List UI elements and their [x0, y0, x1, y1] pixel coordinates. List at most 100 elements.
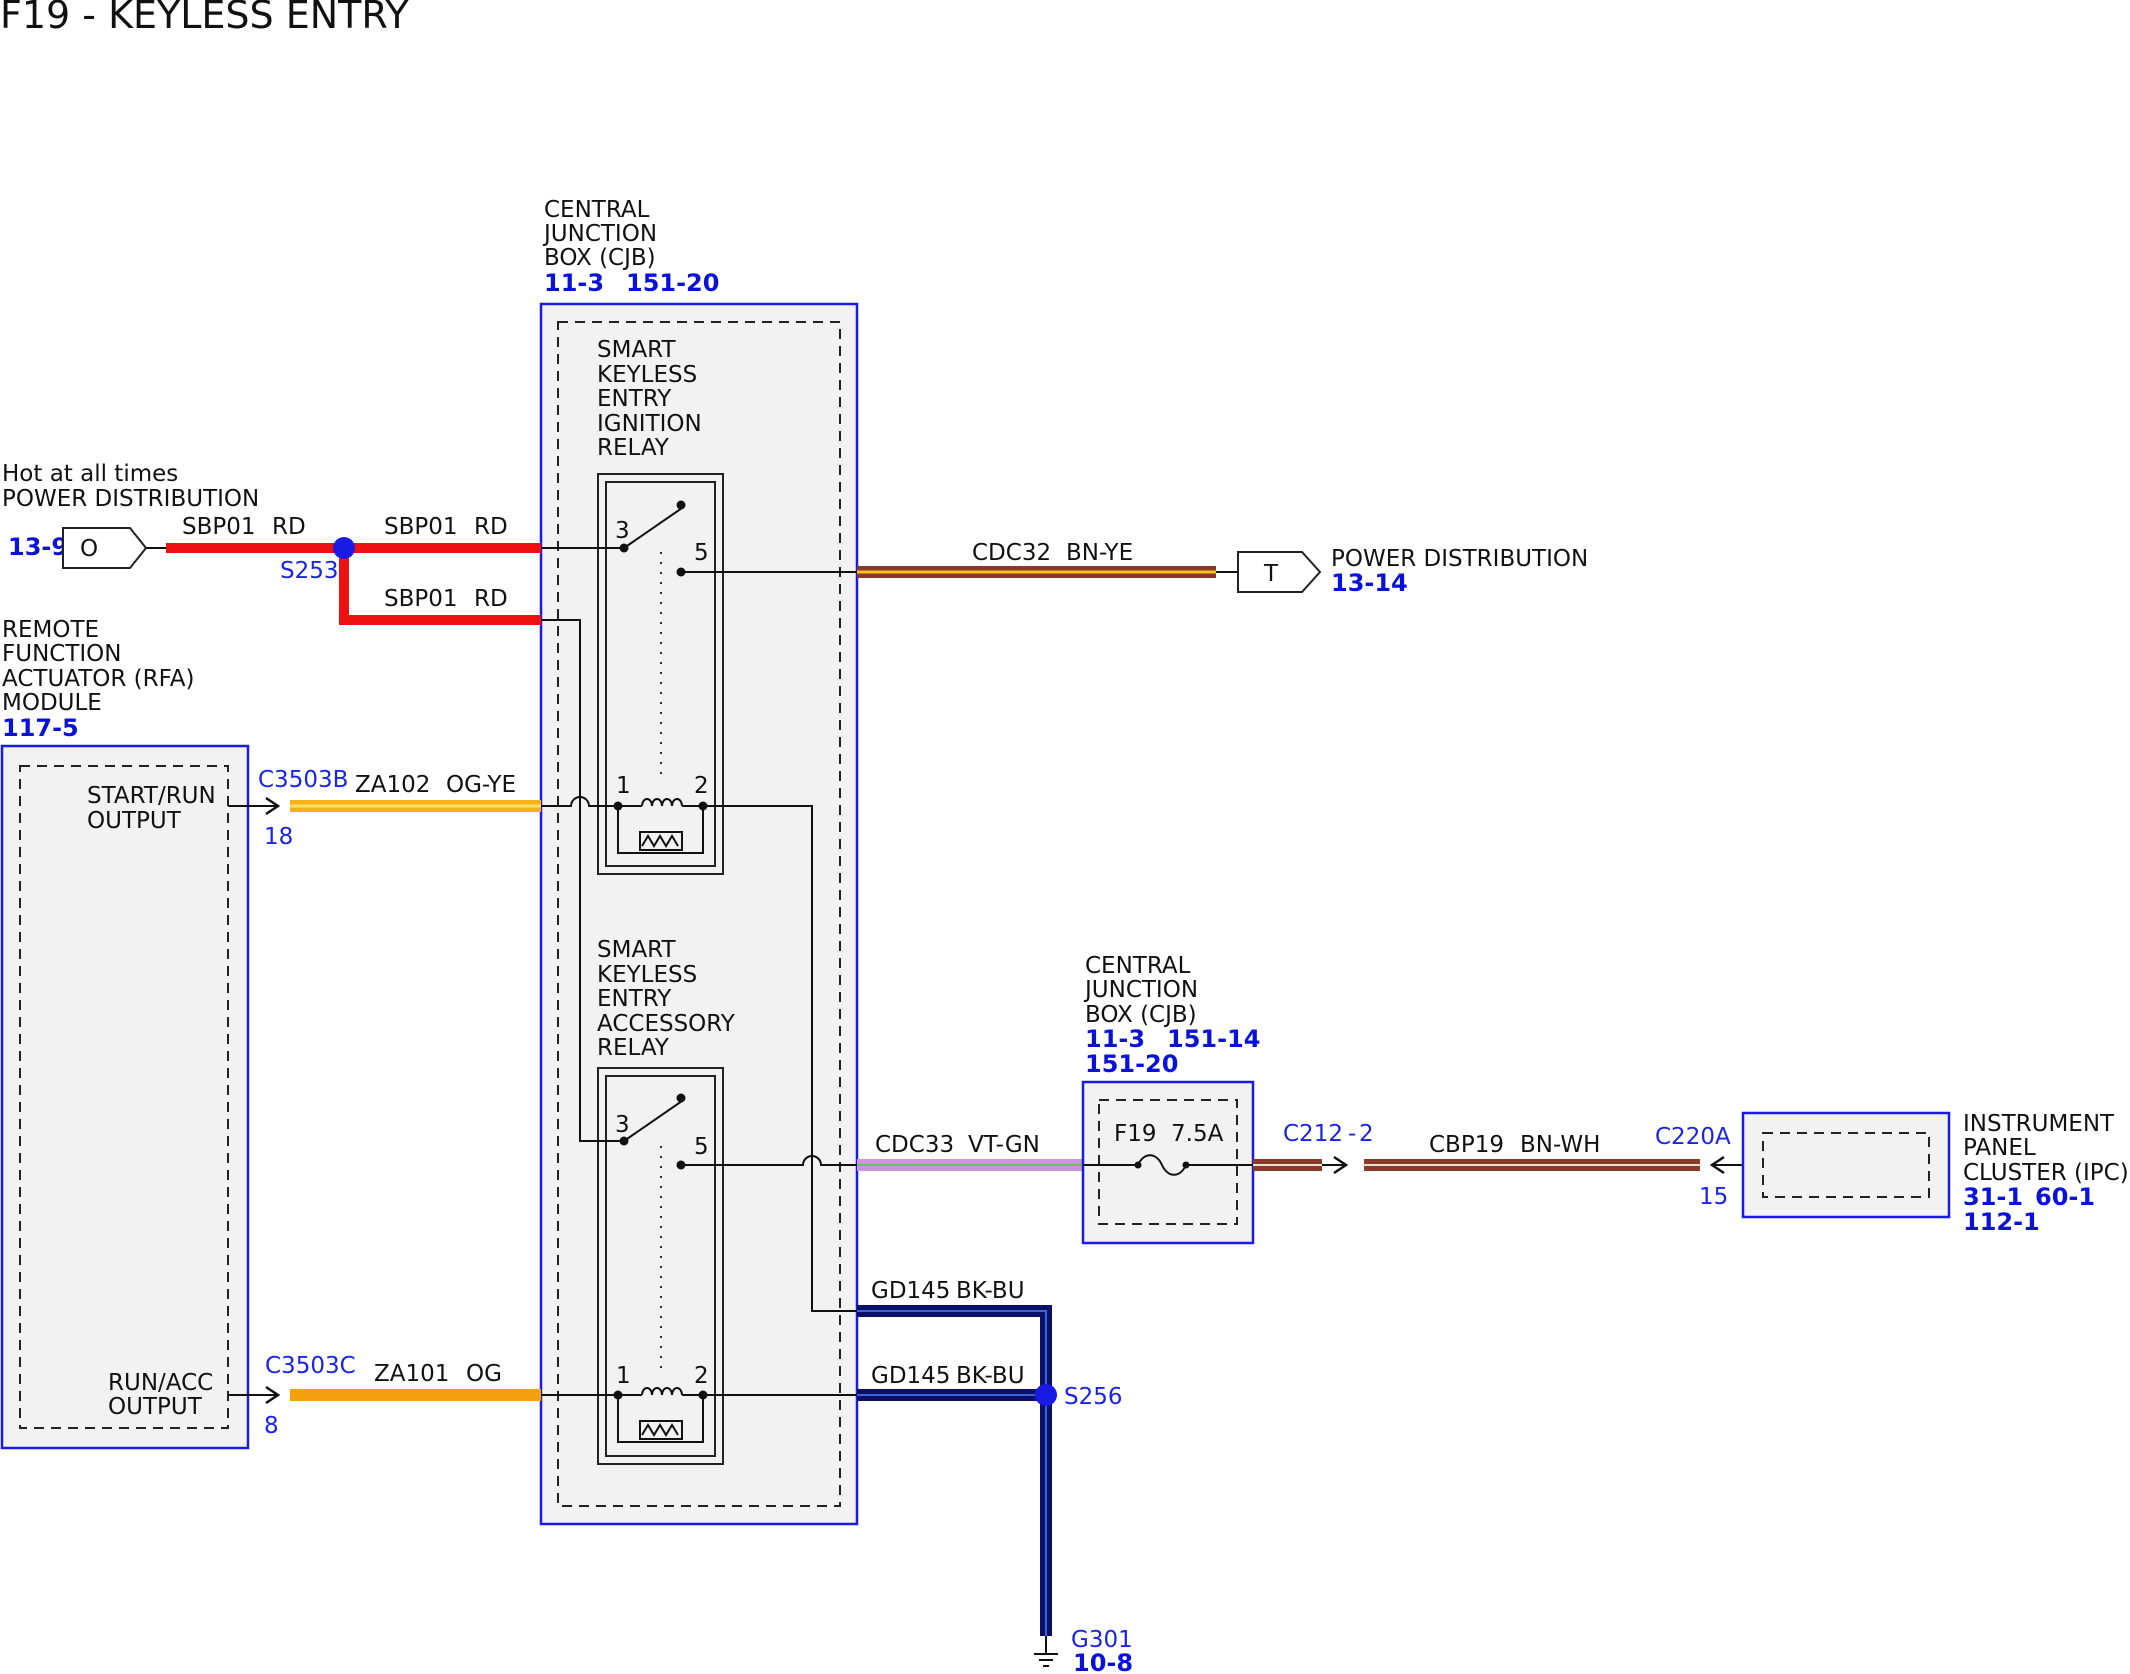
acc-relay-name-2: KEYLESS: [597, 962, 697, 988]
cjb-main-name-3: BOX (CJB): [544, 245, 656, 271]
ign-relay-arm-tip: [676, 500, 686, 510]
acc-relay-name-5: RELAY: [597, 1035, 670, 1061]
fuse-terminal-1: [1134, 1161, 1142, 1169]
diagram-title: F19 - KEYLESS ENTRY: [0, 0, 409, 37]
rfa-name-2: FUNCTION: [2, 641, 121, 667]
rfa-output1-line1: START/RUN: [87, 783, 216, 809]
sbp01-wires: SBP01 RD SBP01 RD SBP01 RD S253: [166, 514, 541, 625]
cjb-fuse-name-2: JUNCTION: [1083, 977, 1198, 1003]
power-dist-out-ref: 13-14: [1331, 569, 1408, 597]
ipc-ref-1: 31-1: [1963, 1183, 2023, 1211]
ipc-ref-3: 112-1: [1963, 1208, 2040, 1236]
za102-circuit: C3503B 18 ZA102 OG-YE: [228, 767, 541, 850]
cdc33-circuit-label: CDC33: [875, 1132, 954, 1158]
wiring-diagram: F19 - KEYLESS ENTRY CENTRAL JUNCTION BOX…: [0, 0, 2129, 1674]
sbp01-b-circuit: SBP01: [384, 514, 458, 540]
sbp01-c-color: RD: [474, 586, 508, 612]
ign-relay-name-2: KEYLESS: [597, 362, 697, 388]
rfa-output2-line2: OUTPUT: [108, 1394, 203, 1420]
ign-relay-name-3: ENTRY: [597, 386, 672, 412]
acc-relay-pin-5: 5: [694, 1134, 709, 1160]
za101-color-label: OG: [466, 1361, 502, 1387]
cjb-main-name-1: CENTRAL: [544, 197, 650, 223]
c212-dash: -: [1348, 1121, 1356, 1147]
fuse-name: F19: [1114, 1121, 1157, 1147]
rfa-module: REMOTE FUNCTION ACTUATOR (RFA) MODULE 11…: [0, 617, 250, 1450]
c212-pin: 2: [1359, 1121, 1374, 1147]
power-source-hot-label: Hot at all times: [2, 461, 178, 487]
c3503b-pin: 18: [264, 824, 293, 850]
ign-relay-name-1: SMART: [597, 337, 676, 363]
power-dist-out-connector: [1237, 551, 1322, 593]
ign-relay-pin-2: 2: [694, 773, 709, 799]
cjb-main-name-2: JUNCTION: [542, 221, 657, 247]
fuse-rating: 7.5A: [1171, 1121, 1224, 1147]
cdc32-output: CDC32 BN-YE T POWER DISTRIBUTION 13-14: [857, 540, 1588, 597]
rfa-name-4: MODULE: [2, 690, 102, 716]
sbp01-c-circuit: SBP01: [384, 586, 458, 612]
c3503c-pin: 8: [264, 1413, 279, 1439]
cjb-fuse-name-1: CENTRAL: [1085, 953, 1191, 979]
za101-circuit-label: ZA101: [374, 1361, 449, 1387]
cbp19-color-label: BN-WH: [1520, 1132, 1600, 1158]
ipc-name-2: PANEL: [1963, 1135, 2036, 1161]
rfa-name-3: ACTUATOR (RFA): [2, 666, 194, 692]
ign-relay-pin-5: 5: [694, 540, 709, 566]
ign-relay-name-4: IGNITION: [597, 411, 702, 437]
acc-relay-pin-3: 3: [615, 1112, 630, 1138]
za101-circuit: C3503C 8 ZA101 OG: [228, 1353, 541, 1439]
sbp01-b-color: RD: [474, 514, 508, 540]
cdc33-color-label: VT-GN: [968, 1132, 1040, 1158]
c220a-pin: 15: [1699, 1184, 1728, 1210]
ipc-ref-2: 60-1: [2035, 1183, 2095, 1211]
gd145-a-color: BK-BU: [956, 1278, 1025, 1304]
sbp01-a-circuit: SBP01: [182, 514, 256, 540]
acc-relay-arm-tip: [676, 1093, 686, 1103]
cbp19-circuit-label: CBP19: [1429, 1132, 1504, 1158]
ground-circuits: GD145 BK-BU GD145 BK-BU S256 G301 10-8: [857, 1278, 1133, 1674]
ign-relay-pin-3: 3: [615, 518, 630, 544]
gd145-b-circuit: GD145: [871, 1363, 950, 1389]
splice-s256: [1035, 1384, 1057, 1406]
cjb-main-ref-1: 11-3: [544, 269, 604, 297]
acc-relay-pin-1: 1: [616, 1363, 631, 1389]
rfa-output2-line1: RUN/ACC: [108, 1370, 213, 1396]
rfa-output1-line2: OUTPUT: [87, 808, 182, 834]
za102-circuit-label: ZA102: [355, 772, 430, 798]
c220a-label: C220A: [1655, 1124, 1731, 1150]
ipc-name-1: INSTRUMENT: [1963, 1111, 2115, 1137]
power-source-connector: [62, 527, 148, 569]
ground-ref: 10-8: [1073, 1649, 1133, 1674]
power-source-ref: 13-9: [8, 533, 68, 561]
cdc32-color: BN-YE: [1066, 540, 1133, 566]
acc-relay-pin-2: 2: [694, 1363, 709, 1389]
ipc-box: [1741, 1111, 1951, 1219]
c3503b-label: C3503B: [258, 767, 348, 793]
ipc-module: INSTRUMENT PANEL CLUSTER (IPC) 31-1 60-1…: [1741, 1111, 2129, 1236]
power-dist-out-pin: T: [1263, 561, 1279, 587]
splice-s253: [333, 537, 355, 559]
cjb-main-ref-2: 151-20: [626, 269, 719, 297]
rfa-name-1: REMOTE: [2, 617, 99, 643]
gd145-b-color: BK-BU: [956, 1363, 1025, 1389]
power-source-pin: O: [80, 536, 98, 562]
c3503c-label: C3503C: [265, 1353, 356, 1379]
splice-s256-label: S256: [1064, 1384, 1123, 1410]
gd145-a-circuit: GD145: [871, 1278, 950, 1304]
ign-relay-name-5: RELAY: [597, 435, 670, 461]
rfa-box: [0, 744, 250, 1450]
acc-relay-name-4: ACCESSORY: [597, 1011, 736, 1037]
cjb-fuse-ref-3: 151-20: [1085, 1050, 1178, 1078]
ign-relay-pin-1: 1: [616, 773, 631, 799]
sbp01-a-color: RD: [272, 514, 306, 540]
cjb-fuse-ref-2: 151-14: [1167, 1025, 1260, 1053]
power-source-name: POWER DISTRIBUTION: [2, 486, 259, 512]
cjb-fuse-ref-1: 11-3: [1085, 1025, 1145, 1053]
cjb-fuse-box: [1081, 1080, 1255, 1245]
splice-s253-label: S253: [280, 558, 339, 584]
accessory-relay: SMART KEYLESS ENTRY ACCESSORY RELAY 3 5 …: [597, 937, 736, 1465]
cdc33-circuit: CDC33 VT-GN: [857, 1132, 1083, 1171]
za102-color-label: OG-YE: [446, 772, 516, 798]
acc-relay-name-3: ENTRY: [597, 986, 672, 1012]
cdc32-circuit: CDC32: [972, 540, 1051, 566]
